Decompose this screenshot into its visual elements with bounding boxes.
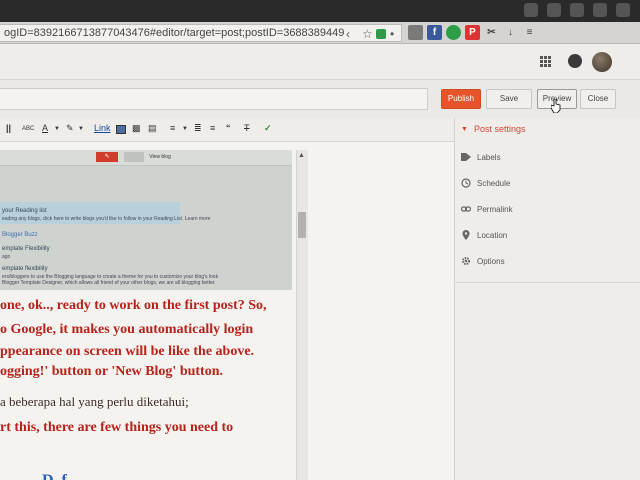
embed-toolbar: ✎ View blog (0, 150, 292, 166)
system-tray-icon[interactable] (570, 3, 584, 17)
post-title-row: Publish Save Preview Close (0, 80, 640, 118)
clock-icon (461, 178, 471, 188)
system-tray-icon[interactable] (616, 3, 630, 17)
sidebar-item-location[interactable]: Location (461, 230, 507, 240)
highlight-icon[interactable]: ✎ (66, 123, 74, 134)
post-settings-label: Post settings (473, 124, 526, 134)
insert-video-icon[interactable]: ▩ (132, 123, 141, 134)
spellcheck-icon[interactable]: ✓ (264, 123, 272, 134)
embed-text-line: your Reading list (2, 208, 47, 214)
link-icon (461, 206, 471, 212)
system-tray-icon[interactable] (524, 3, 538, 17)
strike-separator-icon: || (6, 123, 12, 133)
dropdown-arrow-icon[interactable]: ▼ (182, 126, 188, 132)
address-bar[interactable]: ogID=8392166713877043476#editor/target=p… (0, 24, 402, 42)
numbered-list-icon[interactable]: ≣ (194, 123, 202, 134)
browser-toolbar: ogID=8392166713877043476#editor/target=p… (0, 22, 640, 44)
save-button[interactable]: Save (486, 89, 532, 109)
sidebar-item-schedule[interactable]: Schedule (461, 178, 510, 188)
sidebar-item-permalink[interactable]: Permalink (461, 204, 513, 214)
scissors-icon[interactable]: ✂ (484, 25, 499, 40)
sidebar-item-label: Labels (477, 152, 501, 162)
article-text-line: rt this, there are few things you need t… (0, 420, 234, 435)
post-settings-sidebar: ▼ Post settings Labels Schedule Permalin… (454, 118, 640, 480)
embed-text-line: emplate Flexibility (2, 246, 50, 252)
article-heading-fragment: ...D..f (30, 472, 67, 480)
dropdown-arrow-icon[interactable]: ▼ (54, 126, 60, 132)
link-button[interactable]: Link (94, 123, 111, 133)
post-title-input[interactable] (0, 88, 428, 110)
dropdown-arrow-icon[interactable]: • (390, 27, 394, 41)
insert-image-icon[interactable] (116, 125, 126, 134)
embed-new-post-button: ✎ (96, 152, 118, 162)
blogger-header (0, 44, 640, 80)
article-text-line: one, ok.., ready to work on the first po… (0, 298, 267, 313)
embedded-screenshot-image: ✎ View blog your Reading list eading any… (0, 150, 292, 290)
label-icon (461, 153, 471, 161)
extension-bar: f P ✂ ↓ ≡ (408, 25, 537, 40)
strikethrough-button[interactable]: ABC (22, 126, 34, 132)
scroll-up-arrow-icon[interactable]: ▲ (298, 152, 305, 159)
sidebar-item-label: Schedule (477, 178, 511, 188)
sidebar-divider (454, 282, 640, 283)
apps-grid-icon[interactable] (540, 56, 552, 68)
download-icon[interactable]: ↓ (503, 25, 518, 40)
pinterest-icon[interactable]: P (465, 25, 480, 40)
menu-icon[interactable]: ≡ (522, 25, 537, 40)
text-color-icon[interactable]: A (42, 123, 48, 133)
publish-button[interactable]: Publish (441, 89, 481, 109)
embed-text-line: Blogger Buzz (2, 232, 38, 238)
notifications-icon[interactable] (568, 54, 582, 68)
embed-text-line: ago (2, 254, 11, 260)
embed-view-blog: View blog (149, 154, 171, 160)
location-pin-icon (462, 230, 470, 240)
sidebar-item-label: Permalink (477, 204, 513, 214)
close-button[interactable]: Close (580, 89, 616, 109)
embed-gray-button (124, 152, 144, 162)
embed-text-line: Blogger Template Designer, which allows … (2, 280, 216, 286)
extension-icon[interactable] (376, 29, 386, 39)
sidebar-item-label: Options (477, 256, 505, 266)
mouse-cursor-icon (551, 99, 561, 113)
gear-icon (462, 257, 470, 265)
embed-text-line: emplate flexibility (2, 266, 48, 272)
collapse-triangle-icon: ▼ (461, 125, 468, 133)
article-text-line: ppearance on screen will be like the abo… (0, 344, 255, 359)
editor-scrollbar[interactable] (296, 150, 308, 480)
whatsapp-icon[interactable] (446, 25, 461, 40)
dropdown-arrow-icon[interactable]: ▼ (78, 126, 84, 132)
align-icon[interactable]: ≡ (170, 123, 175, 133)
remove-formatting-icon[interactable]: T (244, 123, 250, 133)
extension-icon[interactable] (408, 25, 423, 40)
bookmark-star-icon[interactable]: ☆ (362, 27, 373, 41)
avatar[interactable] (592, 52, 612, 72)
article-text-line: ogging!' button or 'New Blog' button. (0, 364, 223, 379)
facebook-icon[interactable]: f (427, 25, 442, 40)
os-top-bar (0, 0, 640, 22)
insert-jump-break-icon[interactable]: ▤ (148, 123, 157, 134)
article-text-line: a beberapa hal yang perlu diketahui; (0, 394, 189, 409)
share-icon[interactable]: ‹ (346, 27, 350, 41)
system-tray-icon[interactable] (593, 3, 607, 17)
bullet-list-icon[interactable]: ≡ (210, 123, 215, 133)
sidebar-item-label: Location (477, 230, 508, 240)
article-text-line: o Google, it makes you automatically log… (0, 322, 254, 337)
post-settings-heading[interactable]: ▼ Post settings (461, 124, 525, 134)
sidebar-item-labels[interactable]: Labels (461, 152, 501, 162)
monitor-screen: ogID=8392166713877043476#editor/target=p… (0, 0, 640, 480)
sidebar-item-options[interactable]: Options (461, 256, 505, 266)
quote-icon[interactable]: “ (226, 123, 231, 133)
embed-text-line: eading any blogs, click here to write bl… (2, 216, 211, 222)
scrollbar-thumb[interactable] (298, 212, 306, 238)
system-tray-icon[interactable] (547, 3, 561, 17)
url-text[interactable]: ogID=8392166713877043476#editor/target=p… (4, 27, 344, 39)
formatting-toolbar: || ABC A ▼ ✎ ▼ Link ▩ ▤ ≡ ▼ ≣ ≡ “ T ✓ (0, 118, 454, 142)
